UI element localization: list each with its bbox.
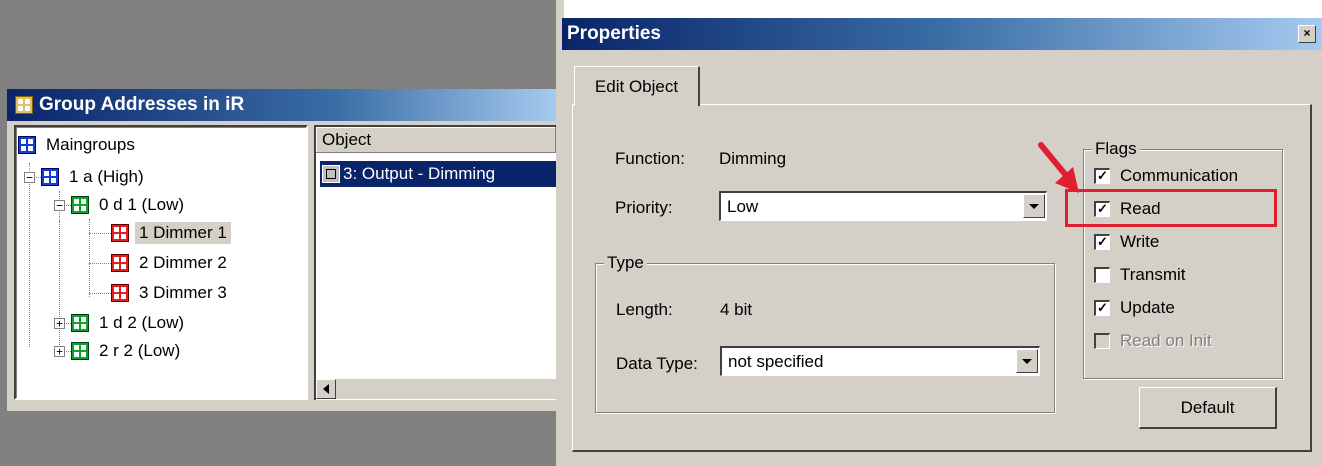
column-header-object[interactable]: Object [316,127,556,153]
data-type-select[interactable]: not specified [720,346,1040,376]
tree-item-2r2[interactable]: + 2 r 2 (Low) [54,337,184,365]
app-icon [15,96,33,114]
flag-update[interactable]: ✓ Update [1094,294,1175,322]
function-label: Function: [615,149,685,168]
flags-groupbox: Flags ✓ Communication ✓ Read ✓ Write Tra… [1083,139,1283,379]
edit-object-panel: Function: Dimming Priority: Low Type Len… [572,104,1312,452]
list-item[interactable]: 3: Output - Dimming [320,161,556,187]
priority-label: Priority: [615,198,673,217]
object-icon [322,165,340,183]
horizontal-scrollbar[interactable] [316,379,556,399]
tree-item-dimmer-3[interactable]: 3 Dimmer 3 [111,279,231,307]
tree-item-dimmer-1[interactable]: 1 Dimmer 1 [111,219,231,247]
close-button[interactable]: × [1298,25,1316,43]
list-item-label: 3: Output - Dimming [343,164,496,183]
properties-title-bar[interactable]: Properties [562,18,1322,50]
group-addresses-title-bar[interactable]: Group Addresses in iR [7,89,556,121]
default-button[interactable]: Default [1139,387,1277,429]
type-group-label: Type [604,253,647,273]
priority-select[interactable]: Low [719,191,1047,221]
group-icon-red [111,254,129,272]
tree-item-1a[interactable]: − 1 a (High) [24,163,148,191]
object-list[interactable]: Object 3: Output - Dimming [314,125,556,400]
tree-item-0d1[interactable]: − 0 d 1 (Low) [54,191,188,219]
dropdown-button[interactable] [1016,349,1038,373]
tree-line [89,233,111,234]
read-flag-highlight [1065,189,1277,227]
tree-line [89,293,111,294]
checkbox-update[interactable]: ✓ [1094,300,1110,316]
collapse-icon[interactable]: − [54,199,65,211]
flags-group-label: Flags [1092,139,1140,159]
length-value: 4 bit [720,300,753,319]
group-icon-green [71,342,89,360]
tree-line [89,219,90,297]
tree-item-maingroups[interactable]: Maingroups [18,131,139,159]
data-type-label: Data Type: [616,354,698,373]
arrow-left-icon [323,384,329,394]
tab-edit-object[interactable]: Edit Object [574,66,700,106]
expand-icon[interactable]: + [54,317,65,329]
scroll-left-button[interactable] [316,379,336,399]
annotation-arrow-icon [1038,142,1079,193]
checkbox-communication[interactable]: ✓ [1094,168,1110,184]
chevron-down-icon [1029,203,1039,209]
expand-icon[interactable]: + [54,345,65,357]
group-icon-blue [41,168,59,186]
group-icon-green [71,314,89,332]
group-icon-red [111,224,129,242]
checkbox-write[interactable]: ✓ [1094,234,1110,250]
dialog-title: Properties [567,23,661,44]
group-icon-green [71,196,89,214]
collapse-icon[interactable]: − [24,171,35,183]
window-title: Group Addresses in iR [39,94,245,115]
flag-write[interactable]: ✓ Write [1094,228,1159,256]
length-label: Length: [616,300,673,319]
checkbox-transmit[interactable] [1094,267,1110,283]
tree-item-dimmer-2[interactable]: 2 Dimmer 2 [111,249,231,277]
type-groupbox: Type Length: 4 bit Data Type: not specif… [595,253,1055,413]
function-value: Dimming [719,149,787,168]
properties-dialog: Properties × Edit Object Function: Dimmi… [562,18,1322,466]
flag-read-on-init: Read on Init [1094,327,1212,355]
flag-communication[interactable]: ✓ Communication [1094,162,1238,190]
close-icon: × [1303,26,1311,40]
tree-line [89,263,111,264]
group-icon-blue [18,136,36,154]
group-tree[interactable]: Maingroups − 1 a (High) − 0 d 1 (Low) 1 … [14,125,308,400]
chevron-down-icon [1022,358,1032,364]
group-addresses-window: Group Addresses in iR Maingroups − 1 a (… [7,89,556,411]
flag-transmit[interactable]: Transmit [1094,261,1186,289]
tree-item-1d2[interactable]: + 1 d 2 (Low) [54,309,188,337]
group-icon-red [111,284,129,302]
checkbox-read-on-init [1094,333,1110,349]
